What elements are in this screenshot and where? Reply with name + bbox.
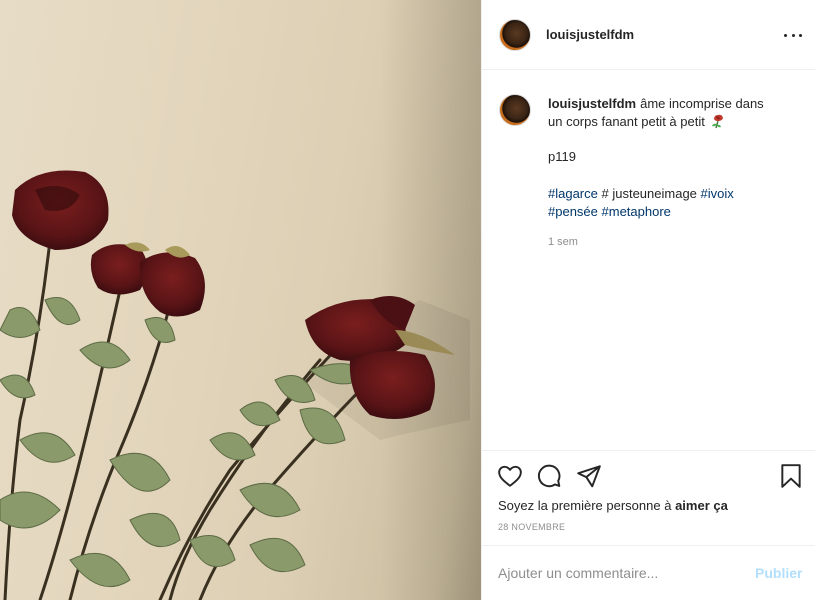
likes-summary: Soyez la première personne à aimer ça [498,498,728,513]
hashtag-link[interactable]: #ivoix [701,186,734,201]
more-options-icon[interactable] [784,26,802,44]
likes-prefix: Soyez la première personne à [498,498,672,513]
avatar[interactable] [499,19,531,51]
hashtag-link[interactable]: #pensée [548,204,598,219]
caption-text-part2: un corps fanant petit à petit [548,114,705,129]
post-image[interactable] [0,0,481,600]
heart-icon[interactable] [497,463,523,489]
dried-roses-photo [0,0,481,600]
hashtag-plain: # justeuneimage [601,186,697,201]
post-actions: Soyez la première personne à aimer ça 28… [482,450,815,545]
post-date[interactable]: 28 NOVEMBRE [498,522,565,532]
hashtag-link[interactable]: #metaphore [602,204,671,219]
caption-text-part1: âme incomprise dans [640,96,764,111]
post-detail-panel: louisjustelfdm louisjustelfdm âme incompr… [481,0,815,600]
post-header: louisjustelfdm [482,0,815,70]
wilted-rose-emoji-icon [712,114,724,129]
caption-line-p119: p119 [548,149,576,164]
comment-icon[interactable] [536,463,562,489]
paper-plane-icon[interactable] [576,463,602,489]
hashtag-link[interactable]: #lagarce [548,186,598,201]
bookmark-icon[interactable] [778,463,804,489]
post-author-username[interactable]: louisjustelfdm [546,27,634,42]
caption-area: louisjustelfdm âme incomprise dans un cor… [482,71,815,450]
caption-timestamp[interactable]: 1 sem [548,236,578,248]
caption-username[interactable]: louisjustelfdm [548,96,636,111]
publish-button[interactable]: Publier [755,565,802,581]
comment-box: Publier [482,545,815,600]
caption-text: louisjustelfdm âme incomprise dans un cor… [548,95,788,131]
caption-avatar[interactable] [499,94,531,126]
caption-hashtags: #lagarce # justeuneimage #ivoix #pensée … [548,185,788,221]
comment-input[interactable] [498,563,738,583]
like-cta-link[interactable]: aimer ça [675,498,728,513]
